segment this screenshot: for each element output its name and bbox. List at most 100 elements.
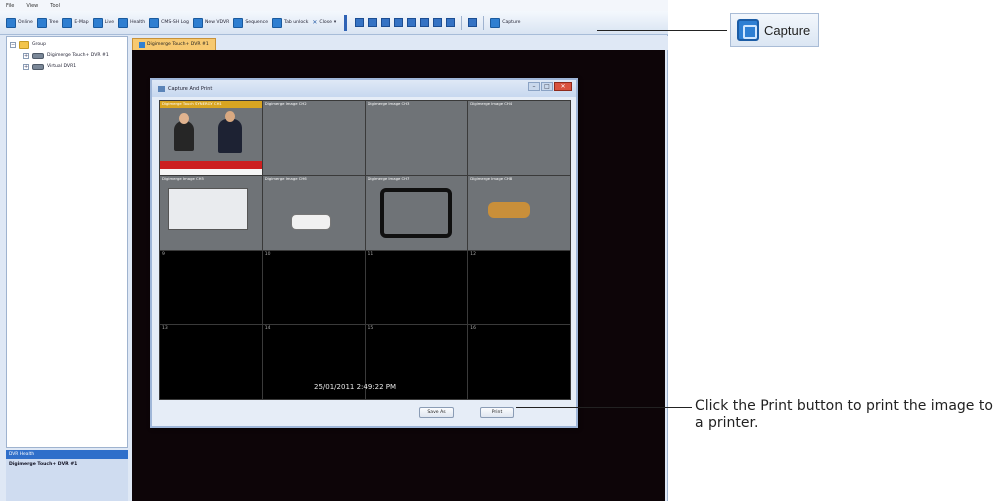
layout-8-icon[interactable] xyxy=(394,18,404,27)
channel-number: 16 xyxy=(470,326,476,332)
channel-number: 12 xyxy=(470,251,476,257)
online-icon xyxy=(6,17,16,28)
camera-label: Digimerge Image CH3 xyxy=(367,101,410,106)
info-panel-header: DVR Health xyxy=(6,450,128,459)
menu-bar: File View Tool xyxy=(0,0,668,11)
camera-snapshot-2[interactable]: Digimerge Image CH2 xyxy=(261,100,366,176)
scene-body xyxy=(168,187,248,230)
camera-snapshot-1[interactable]: Digimerge Touch SYNERGY CH1 xyxy=(159,100,263,176)
window-controls: – □ ✕ xyxy=(528,82,572,91)
dialog-title: Capture And Print xyxy=(168,85,213,92)
menu-tool[interactable]: Tool xyxy=(50,3,60,9)
tab-unlock-button[interactable]: Tab unlock xyxy=(272,16,308,30)
channel-number: 14 xyxy=(264,326,271,332)
close-button[interactable]: ✕ Close ▾ xyxy=(312,16,336,30)
empty-channel-12[interactable]: 12 xyxy=(467,249,571,326)
scene-ticker xyxy=(160,160,262,169)
camera-label: Digimerge Image CH5 xyxy=(162,175,204,181)
capture-button[interactable]: Capture xyxy=(490,16,521,30)
empty-channel-9[interactable]: 9 xyxy=(159,249,263,326)
save-as-button[interactable]: Save As xyxy=(419,407,454,418)
tree-item-virtual-dvr[interactable]: + Virtual DVR1 xyxy=(7,61,127,72)
menu-view[interactable]: View xyxy=(26,3,38,9)
camera-snapshot-3[interactable]: Digimerge Image CH3 xyxy=(364,100,469,176)
channel-number: 13 xyxy=(162,326,168,332)
camera-snapshot-5[interactable]: Digimerge Image CH5 xyxy=(159,174,263,251)
empty-channel-10[interactable]: 10 xyxy=(261,249,366,326)
scene-car xyxy=(488,201,531,218)
camera-snapshot-4[interactable]: Digimerge Image CH4 xyxy=(467,100,571,176)
camera-label: Digimerge Image CH6 xyxy=(264,175,307,181)
layout-4-icon[interactable] xyxy=(368,18,378,27)
health-button[interactable]: Health xyxy=(118,16,145,30)
dialog-title-bar[interactable]: Capture And Print – □ ✕ xyxy=(152,80,576,97)
empty-channel-11[interactable]: 11 xyxy=(364,249,469,326)
layout-10-icon[interactable] xyxy=(420,18,430,27)
camera-grid: Digimerge Touch SYNERGY CH1 Digimerge Ima… xyxy=(159,100,571,400)
tab-dvr1[interactable]: Digimerge Touch+ DVR #1 xyxy=(132,38,216,50)
channel-number: 10 xyxy=(264,251,271,257)
fullscreen-icon[interactable] xyxy=(468,18,478,27)
capture-timestamp: 25/01/2011 2:49:22 PM xyxy=(314,383,397,391)
layout-1-icon[interactable] xyxy=(355,18,365,27)
toolbar-separator xyxy=(483,15,485,30)
scene-door xyxy=(379,187,452,238)
live-button[interactable]: Live xyxy=(92,16,114,30)
camera-icon xyxy=(737,19,759,41)
camera-snapshot-7[interactable]: Digimerge Image CH7 xyxy=(364,174,469,251)
menu-file[interactable]: File xyxy=(6,3,14,9)
expand-icon[interactable]: + xyxy=(23,63,29,70)
camera-label: Digimerge Touch SYNERGY CH1 xyxy=(162,101,222,106)
capture-and-print-dialog: Capture And Print – □ ✕ Digimerge Touch … xyxy=(150,78,578,428)
print-instruction-text: Click the Print button to print the imag… xyxy=(695,398,993,431)
channel-number: 9 xyxy=(162,251,165,257)
layout-9-icon[interactable] xyxy=(407,18,417,27)
sequence-button[interactable]: Sequence xyxy=(233,16,268,30)
tree-button[interactable]: Tree xyxy=(36,16,58,30)
print-button[interactable]: Print xyxy=(480,407,514,418)
device-tree: − Group + Digimerge Touch+ DVR #1 + Virt… xyxy=(6,36,128,448)
dialog-icon xyxy=(158,85,165,92)
capture-callout-label: Capture xyxy=(764,22,811,38)
main-toolbar: Online Tree E-Map Live Health CMS-SH Log… xyxy=(0,11,668,35)
scene-person1 xyxy=(174,113,194,151)
log-icon xyxy=(149,17,160,28)
channel-number: 15 xyxy=(367,326,374,332)
minimize-button[interactable]: – xyxy=(528,82,540,91)
vdvr-icon xyxy=(192,17,203,28)
camera-snapshot-8[interactable]: Digimerge Image CH8 xyxy=(467,174,571,251)
layout-13-icon[interactable] xyxy=(433,18,443,27)
maximize-button[interactable]: □ xyxy=(541,82,553,91)
online-button[interactable]: Online xyxy=(6,16,33,30)
expand-icon[interactable]: + xyxy=(23,52,29,59)
tree-icon xyxy=(36,17,47,28)
health-icon xyxy=(118,17,129,28)
layout-16-icon[interactable] xyxy=(446,18,456,27)
dvr-icon xyxy=(32,63,44,70)
collapse-icon[interactable]: − xyxy=(10,41,16,48)
scene-car xyxy=(290,213,331,230)
camera-label: Digimerge Image CH7 xyxy=(367,175,410,181)
info-panel: Digimerge Touch+ DVR #1 xyxy=(6,459,128,501)
camera-label: Digimerge Image CH2 xyxy=(264,101,307,106)
new-vdvr-button[interactable]: New VDVR xyxy=(192,16,229,30)
camera-label: Digimerge Image CH4 xyxy=(470,101,513,106)
tree-root[interactable]: − Group xyxy=(7,39,127,50)
tree-item-dvr1[interactable]: + Digimerge Touch+ DVR #1 xyxy=(7,50,127,61)
empty-channel-13[interactable]: 13 xyxy=(159,324,263,400)
sequence-icon xyxy=(233,17,244,28)
empty-channel-16[interactable]: 16 xyxy=(467,324,571,400)
dvr-icon xyxy=(32,52,44,59)
map-icon xyxy=(62,17,73,28)
chevron-down-icon: ▾ xyxy=(333,20,337,25)
camera-snapshot-6[interactable]: Digimerge Image CH6 xyxy=(261,174,366,251)
camera-label: Digimerge Image CH8 xyxy=(470,175,513,181)
toolbar-separator xyxy=(461,15,463,30)
close-dialog-button[interactable]: ✕ xyxy=(554,82,572,91)
close-icon: ✕ xyxy=(312,19,318,26)
cms-log-button[interactable]: CMS-SH Log xyxy=(149,16,189,30)
live-icon xyxy=(92,17,103,28)
layout-6-icon[interactable] xyxy=(381,18,391,27)
emap-button[interactable]: E-Map xyxy=(62,16,89,30)
scene-person2 xyxy=(218,111,242,153)
